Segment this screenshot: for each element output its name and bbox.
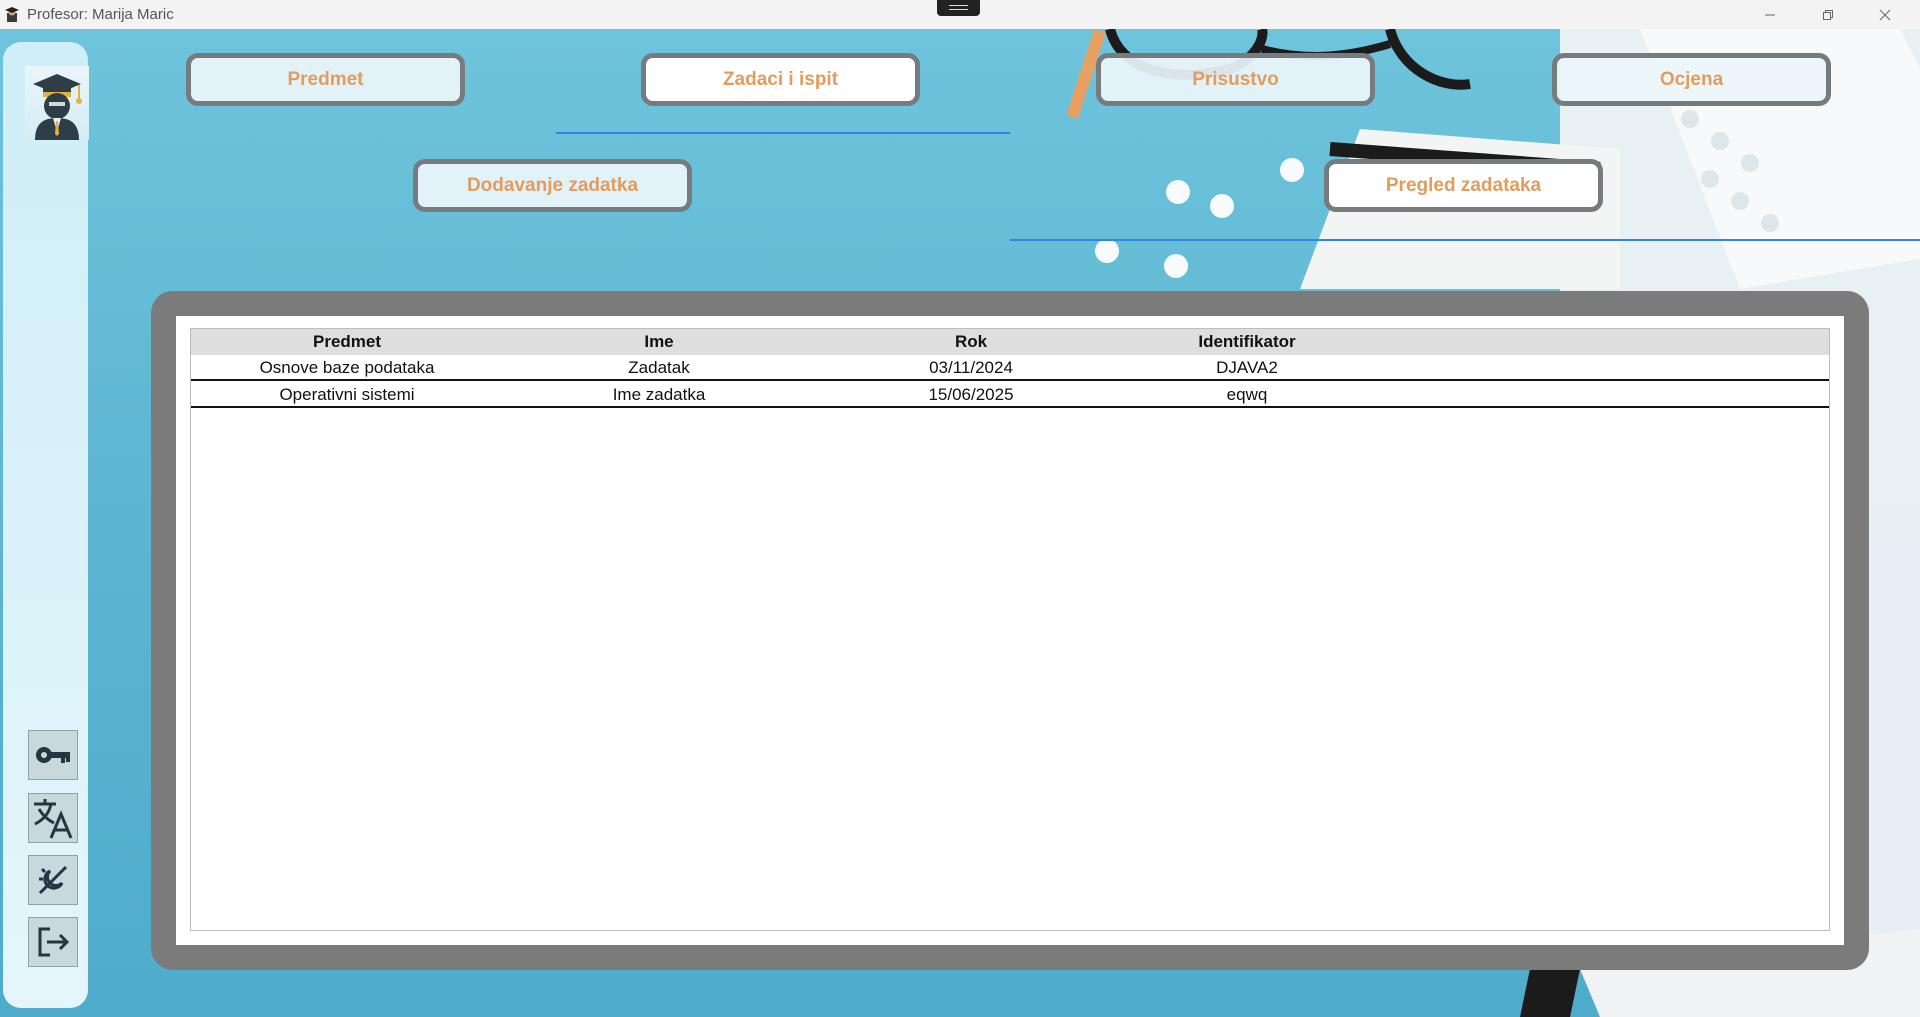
restore-button[interactable] (1805, 0, 1851, 29)
close-icon (1879, 9, 1891, 20)
theme-toggle-icon (38, 865, 68, 895)
cell-predmet: Operativni sistemi (279, 385, 415, 404)
tasks-panel: Predmet Ime Rok Identifikator Osnove baz… (151, 291, 1869, 970)
table-row[interactable]: Operativni sistemi Ime zadatka 15/06/202… (191, 382, 1829, 408)
cell-ime: Zadatak (628, 358, 690, 377)
tab-ocjena[interactable]: Ocjena (1552, 53, 1831, 106)
theme-toggle-button[interactable] (28, 855, 78, 905)
tasks-panel-inner: Predmet Ime Rok Identifikator Osnove baz… (176, 316, 1844, 945)
logout-button[interactable] (28, 917, 78, 967)
column-header-rok[interactable]: Rok (815, 329, 1127, 355)
minimize-button[interactable] (1747, 0, 1793, 29)
language-button[interactable] (28, 793, 78, 843)
cell-identifikator: DJAVA2 (1216, 358, 1278, 377)
app-icon (5, 7, 19, 22)
active-tab-underline (556, 132, 1010, 134)
cell-rok: 15/06/2025 (928, 385, 1014, 404)
translate-icon (34, 799, 73, 839)
active-subtab-underline (1010, 239, 1920, 241)
change-password-button[interactable] (28, 730, 78, 780)
subtab-pregled-zadataka[interactable]: Pregled zadataka (1324, 159, 1603, 212)
table-row[interactable]: Osnove baze podataka Zadatak 03/11/2024 … (191, 355, 1829, 381)
cell-ime: Ime zadatka (612, 385, 706, 404)
key-icon (36, 747, 70, 763)
tasks-table: Predmet Ime Rok Identifikator Osnove baz… (190, 328, 1830, 931)
column-header-identifikator[interactable]: Identifikator (1091, 329, 1403, 355)
cell-identifikator: eqwq (1226, 385, 1268, 404)
restore-icon (1823, 9, 1833, 20)
column-header-ime[interactable]: Ime (503, 329, 815, 355)
drag-handle[interactable] (937, 0, 980, 16)
close-button[interactable] (1862, 0, 1908, 29)
tab-predmet[interactable]: Predmet (186, 53, 465, 106)
cell-predmet: Osnove baze podataka (259, 358, 435, 377)
tab-prisustvo[interactable]: Prisustvo (1096, 53, 1375, 106)
cell-rok: 03/11/2024 (929, 358, 1013, 377)
sidebar (3, 42, 89, 1008)
title-bar: Profesor: Marija Maric (0, 0, 1920, 30)
logout-icon (38, 927, 70, 957)
table-header: Predmet Ime Rok Identifikator (191, 329, 1829, 355)
avatar (25, 66, 89, 140)
minimize-icon (1765, 14, 1775, 15)
subtab-dodavanje-zadatka[interactable]: Dodavanje zadatka (413, 159, 692, 212)
window-title: Profesor: Marija Maric (27, 6, 174, 23)
professor-avatar-icon (33, 74, 82, 140)
tab-zadaci-i-ispit[interactable]: Zadaci i ispit (641, 53, 920, 106)
column-header-predmet[interactable]: Predmet (191, 329, 503, 355)
